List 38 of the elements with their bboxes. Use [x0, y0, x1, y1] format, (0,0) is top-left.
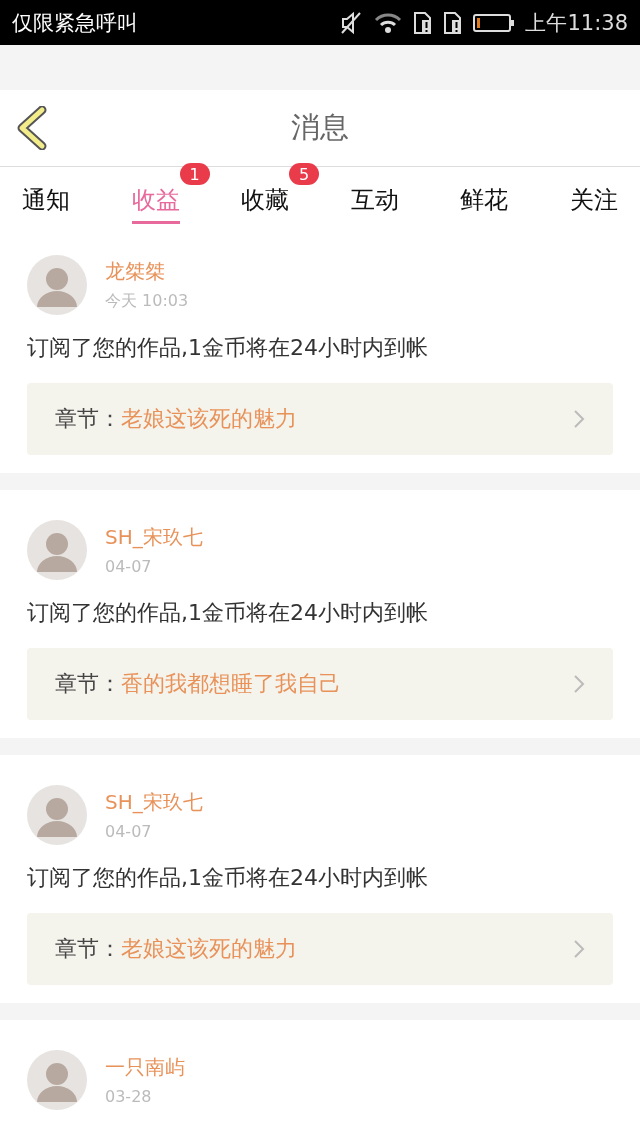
- chevron-right-icon: [573, 409, 585, 429]
- count-badge: 5: [289, 163, 320, 185]
- chapter-label: 章节：: [55, 670, 121, 698]
- sim-card-icon: [443, 10, 464, 35]
- tab[interactable]: 鲜花: [460, 176, 509, 224]
- message-time: 04-07: [105, 822, 153, 841]
- avatar-icon: [27, 520, 87, 580]
- tab[interactable]: 互动: [350, 176, 399, 224]
- chapter-title: 老娘这该死的魅力: [121, 935, 298, 963]
- avatar-icon: [27, 785, 87, 845]
- message-time: 04-07: [105, 557, 153, 576]
- chapter-title: 香的我都想睡了我自己: [121, 670, 342, 698]
- carrier-text: 仅限紧急呼叫: [12, 9, 138, 37]
- chevron-right-icon: [573, 939, 585, 959]
- chapter-link[interactable]: 章节：老娘这该死的魅力: [27, 383, 613, 455]
- tab[interactable]: 收藏: [241, 176, 290, 224]
- message-time: 今天 10:03: [105, 291, 189, 312]
- avatar-icon: [27, 1050, 87, 1110]
- clock-text: 上午11:38: [525, 9, 628, 37]
- chapter-label: 章节：: [55, 405, 121, 433]
- message-text: 订阅了您的作品,1金币将在24小时内到帐: [27, 864, 429, 892]
- count-badge: 1: [179, 163, 210, 185]
- battery-icon: [473, 12, 516, 33]
- message-time: 03-28: [105, 1087, 153, 1106]
- chevron-right-icon: [573, 674, 585, 694]
- wifi-icon: [373, 11, 404, 34]
- sim-card-icon: [413, 10, 434, 35]
- message-text: 订阅了您的作品,1金币将在24小时内到帐: [27, 599, 429, 627]
- chapter-link[interactable]: 章节：老娘这该死的魅力: [27, 913, 613, 985]
- message-text: 订阅了您的作品,1金币将在24小时内到帐: [27, 334, 429, 362]
- chapter-link[interactable]: 章节：香的我都想睡了我自己: [27, 648, 613, 720]
- avatar-icon: [27, 255, 87, 315]
- tab[interactable]: 通知: [22, 176, 70, 224]
- mute-icon: [339, 10, 364, 35]
- page-title: 消息: [291, 109, 349, 146]
- chapter-label: 章节：: [55, 935, 121, 963]
- chapter-title: 老娘这该死的魅力: [121, 405, 298, 433]
- tab[interactable]: 关注: [569, 176, 618, 224]
